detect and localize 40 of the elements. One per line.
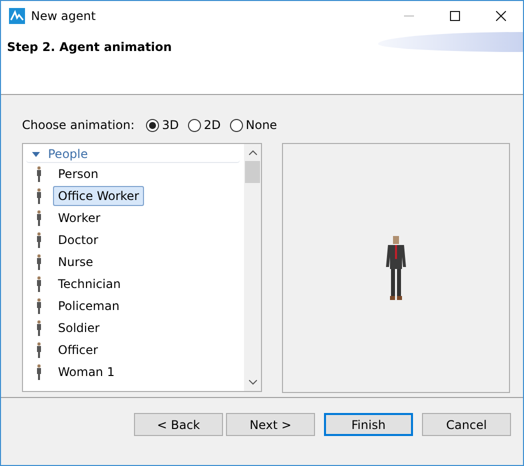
person-figure-icon (36, 276, 42, 292)
scroll-down-icon[interactable] (248, 380, 256, 385)
scroll-up-icon[interactable] (248, 150, 256, 155)
maximize-icon[interactable] (450, 11, 460, 21)
tree-item[interactable]: Worker (53, 208, 106, 228)
person-figure-icon (36, 364, 42, 380)
animation-radio[interactable]: 2D (188, 118, 221, 132)
person-figure-icon (36, 188, 42, 204)
scrollbar[interactable] (244, 144, 261, 391)
person-figure-icon (36, 254, 42, 270)
step-title: Step 2. Agent animation (7, 40, 172, 54)
person-figure-icon (36, 166, 42, 182)
dialog-button[interactable]: Cancel (422, 413, 511, 436)
scrollbar-thumb[interactable] (245, 161, 260, 183)
person-figure-icon (36, 232, 42, 248)
animation-radio[interactable]: None (230, 118, 278, 132)
dialog-button[interactable]: < Back (134, 413, 223, 436)
window-title: New agent (31, 9, 96, 23)
animation-label: Choose animation: (22, 118, 136, 132)
tree-item[interactable]: Nurse (53, 252, 98, 272)
tree-item[interactable]: Officer (53, 340, 103, 360)
dialog-button[interactable]: Finish (324, 413, 413, 436)
tree-item[interactable]: Woman 1 (53, 362, 120, 382)
person-figure-icon (36, 320, 42, 336)
tree-item[interactable]: Person (53, 164, 104, 184)
tree-item[interactable]: Technician (53, 274, 126, 294)
tree-item[interactable]: Soldier (53, 318, 105, 338)
office-worker-figure (385, 236, 407, 300)
tree-item[interactable]: Policeman (53, 296, 124, 316)
tree-item[interactable]: Doctor (53, 230, 104, 250)
close-icon[interactable] (496, 11, 506, 21)
person-figure-icon (36, 298, 42, 314)
dialog-button[interactable]: Next > (226, 413, 315, 436)
tree-group[interactable]: People (26, 146, 240, 163)
person-figure-icon (36, 342, 42, 358)
expand-arrow-icon[interactable] (32, 150, 40, 158)
person-figure-icon (36, 210, 42, 226)
animation-radio[interactable]: 3D (146, 118, 179, 132)
app-logo-icon (9, 8, 25, 24)
tree-item[interactable]: Office Worker (53, 186, 144, 206)
